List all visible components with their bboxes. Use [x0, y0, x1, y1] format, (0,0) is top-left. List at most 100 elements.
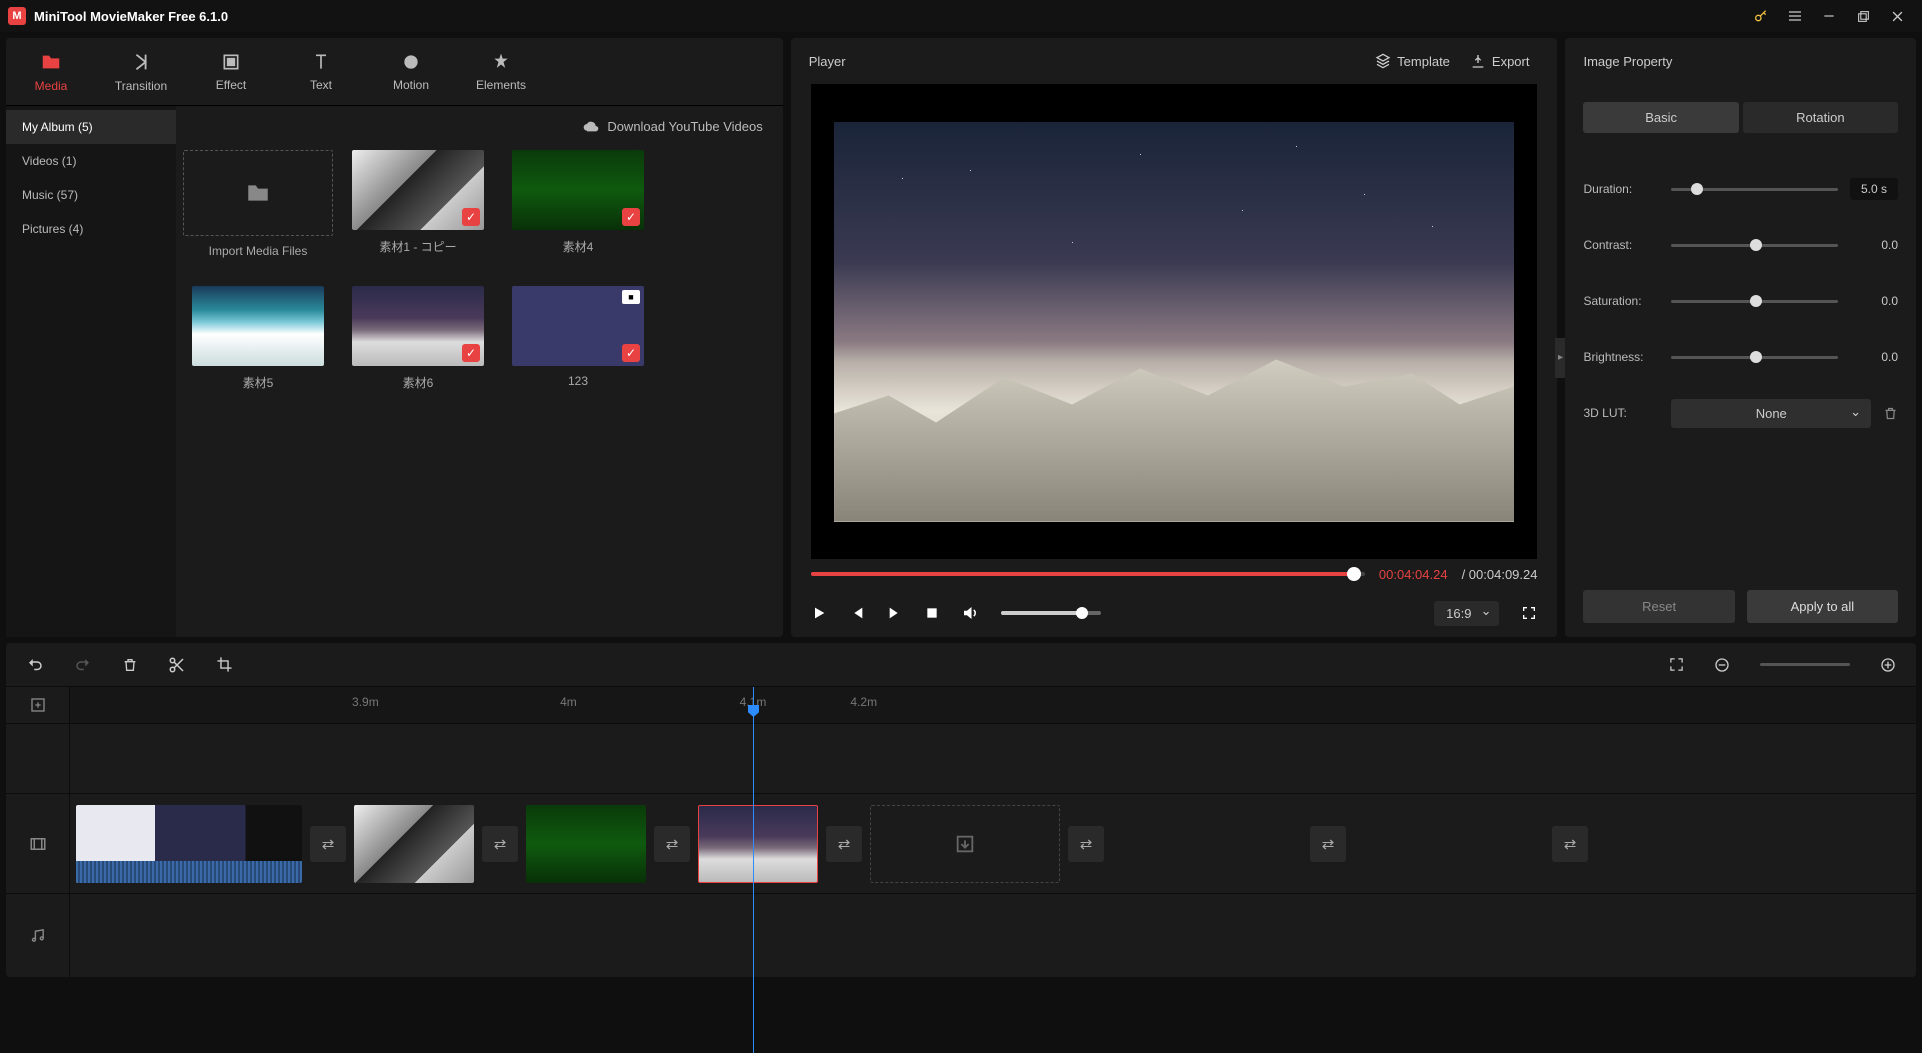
- tab-effect[interactable]: Effect: [186, 38, 276, 105]
- ruler-tick: 3.9m: [352, 695, 379, 709]
- apply-all-button[interactable]: Apply to all: [1747, 590, 1898, 623]
- timeline-ruler[interactable]: 3.9m 4m 4.1m 4.2m: [70, 687, 1916, 723]
- template-label: Template: [1397, 54, 1450, 69]
- media-label: 素材4: [563, 238, 594, 255]
- media-label: 123: [568, 374, 588, 388]
- timeline-panel: 3.9m 4m 4.1m 4.2m ⇄ ⇄ ⇄ ⇄ ⇄ ⇄ ⇄: [6, 643, 1916, 977]
- clip-placeholder[interactable]: [1354, 805, 1544, 883]
- lut-select[interactable]: None: [1671, 399, 1871, 428]
- export-button[interactable]: Export: [1460, 47, 1540, 75]
- tab-text[interactable]: Text: [276, 38, 366, 105]
- media-thumbnail[interactable]: ■ ✓: [512, 286, 644, 366]
- contrast-slider[interactable]: [1671, 244, 1838, 247]
- sidebar-item-pictures[interactable]: Pictures (4): [6, 212, 176, 246]
- time-current: 00:04:04.24: [1379, 567, 1448, 582]
- minimize-icon[interactable]: [1812, 0, 1846, 32]
- transition-slot[interactable]: ⇄: [1068, 826, 1104, 862]
- upgrade-key-icon[interactable]: [1744, 0, 1778, 32]
- timeline-clip[interactable]: [526, 805, 646, 883]
- tab-elements[interactable]: Elements: [456, 38, 546, 105]
- fullscreen-button[interactable]: [1521, 605, 1537, 621]
- aspect-ratio-select[interactable]: 16:9: [1434, 601, 1499, 626]
- zoom-out-button[interactable]: [1714, 657, 1730, 673]
- playback-scrubber[interactable]: [811, 572, 1365, 576]
- video-track-icon: [6, 794, 70, 893]
- property-title: Image Property: [1565, 38, 1916, 84]
- import-media-button[interactable]: [183, 150, 333, 236]
- add-track-button[interactable]: [6, 687, 70, 723]
- hamburger-menu-icon[interactable]: [1778, 0, 1812, 32]
- used-check-icon: ✓: [622, 344, 640, 362]
- playhead[interactable]: [753, 687, 754, 1053]
- tab-media[interactable]: Media: [6, 38, 96, 105]
- audio-track[interactable]: [70, 894, 1916, 977]
- player-title: Player: [809, 54, 1365, 69]
- transition-slot[interactable]: ⇄: [1310, 826, 1346, 862]
- volume-slider[interactable]: [1001, 611, 1101, 615]
- delete-button[interactable]: [122, 657, 138, 673]
- fit-zoom-button[interactable]: [1669, 657, 1684, 672]
- media-label: 素材1 - コピー: [379, 238, 456, 255]
- player-panel: Player Template Export: [791, 38, 1558, 637]
- undo-button[interactable]: [26, 656, 44, 674]
- title-bar: M MiniTool MovieMaker Free 6.1.0: [0, 0, 1922, 32]
- transition-slot[interactable]: ⇄: [310, 826, 346, 862]
- transition-slot[interactable]: ⇄: [826, 826, 862, 862]
- crop-button[interactable]: [216, 656, 233, 673]
- layers-icon: [1375, 53, 1391, 69]
- video-track[interactable]: ⇄ ⇄ ⇄ ⇄ ⇄ ⇄ ⇄: [70, 794, 1916, 893]
- scrubber-thumb[interactable]: [1347, 567, 1361, 581]
- transition-slot[interactable]: ⇄: [1552, 826, 1588, 862]
- timeline-clip[interactable]: [354, 805, 474, 883]
- brightness-value: 0.0: [1850, 350, 1898, 364]
- tab-label: Effect: [216, 78, 246, 92]
- timeline-clip-selected[interactable]: [698, 805, 818, 883]
- timeline-clip[interactable]: [76, 805, 302, 883]
- sidebar-item-music[interactable]: Music (57): [6, 178, 176, 212]
- folder-icon: [40, 51, 62, 73]
- app-logo-icon: M: [8, 7, 26, 25]
- tab-rotation[interactable]: Rotation: [1743, 102, 1898, 133]
- video-badge-icon: ■: [622, 290, 640, 304]
- lut-delete-icon[interactable]: [1883, 406, 1898, 421]
- zoom-slider[interactable]: [1760, 663, 1850, 666]
- sidebar-item-myalbum[interactable]: My Album (5): [6, 110, 176, 144]
- reset-button[interactable]: Reset: [1583, 590, 1734, 623]
- media-thumbnail[interactable]: ✓: [512, 150, 644, 230]
- export-icon: [1470, 53, 1486, 69]
- media-thumbnail[interactable]: ✓: [352, 286, 484, 366]
- next-frame-button[interactable]: [887, 605, 903, 621]
- clip-placeholder[interactable]: [1112, 805, 1302, 883]
- tab-label: Media: [35, 79, 68, 93]
- saturation-slider[interactable]: [1671, 300, 1838, 303]
- media-thumbnail[interactable]: ✓: [352, 150, 484, 230]
- panel-collapse-handle[interactable]: ▸: [1555, 338, 1565, 378]
- zoom-in-button[interactable]: [1880, 657, 1896, 673]
- brightness-slider[interactable]: [1671, 356, 1838, 359]
- prev-frame-button[interactable]: [849, 605, 865, 621]
- duration-value[interactable]: 5.0 s: [1850, 178, 1898, 200]
- play-button[interactable]: [811, 605, 827, 621]
- tab-basic[interactable]: Basic: [1583, 102, 1738, 133]
- download-youtube-link[interactable]: Download YouTube Videos: [607, 119, 762, 134]
- tab-label: Transition: [115, 79, 167, 93]
- close-icon[interactable]: [1880, 0, 1914, 32]
- transition-slot[interactable]: ⇄: [482, 826, 518, 862]
- sidebar-item-videos[interactable]: Videos (1): [6, 144, 176, 178]
- split-button[interactable]: [168, 656, 186, 674]
- tab-motion[interactable]: Motion: [366, 38, 456, 105]
- stop-button[interactable]: [925, 606, 939, 620]
- transition-slot[interactable]: ⇄: [654, 826, 690, 862]
- duration-slider[interactable]: [1671, 188, 1838, 191]
- redo-button[interactable]: [74, 656, 92, 674]
- volume-icon[interactable]: [961, 604, 979, 622]
- preview-viewport[interactable]: [811, 84, 1538, 559]
- media-thumbnail[interactable]: [192, 286, 324, 366]
- template-button[interactable]: Template: [1365, 47, 1460, 75]
- media-label: 素材6: [403, 374, 434, 391]
- used-check-icon: ✓: [622, 208, 640, 226]
- maximize-icon[interactable]: [1846, 0, 1880, 32]
- ruler-tick: 4m: [560, 695, 577, 709]
- tab-transition[interactable]: Transition: [96, 38, 186, 105]
- clip-placeholder[interactable]: [870, 805, 1060, 883]
